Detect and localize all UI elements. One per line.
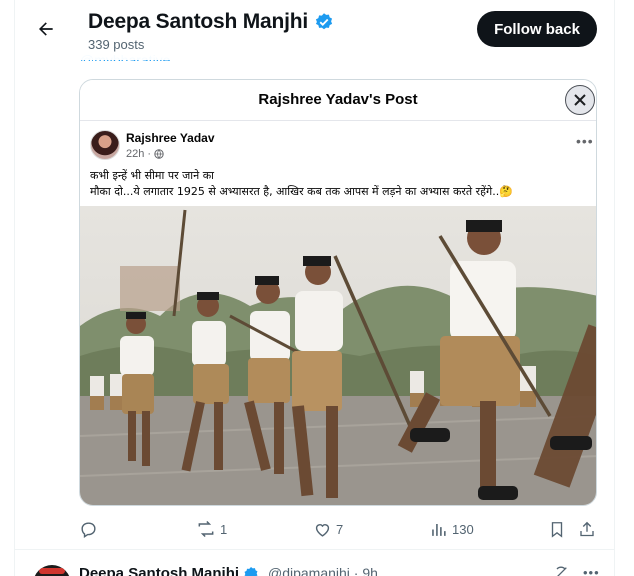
next-tweet-avatar[interactable]	[33, 565, 71, 576]
post-photo[interactable]	[80, 206, 596, 505]
tweet-action-bar: 1 7 130	[79, 515, 599, 545]
next-tweet-name: Deepa Santosh Manjhi	[79, 565, 240, 576]
post-meta: 22h ·	[126, 148, 164, 160]
globe-icon	[154, 149, 164, 159]
card-header: Rajshree Yadav's Post	[80, 80, 596, 121]
repost-count: 1	[220, 521, 228, 537]
next-tweet-icons: •••	[553, 565, 600, 576]
tweet-divider	[15, 549, 614, 550]
card-title: Rajshree Yadav's Post	[258, 91, 418, 108]
reply-button[interactable]	[79, 515, 102, 543]
share-button[interactable]	[578, 515, 596, 543]
drill-scene-illustration	[80, 206, 596, 505]
column-border-right	[614, 0, 615, 576]
like-button[interactable]: 7	[313, 515, 343, 543]
embedded-post-card[interactable]: Rajshree Yadav's Post Rajshree Yadav 22h…	[79, 79, 597, 506]
bookmark-icon	[551, 521, 563, 538]
follow-back-button[interactable]: Follow back	[477, 11, 597, 47]
bookmark-button[interactable]	[548, 515, 566, 543]
meta-dot: ·	[147, 148, 152, 160]
profile-name-row: Deepa Santosh Manjhi	[88, 10, 334, 34]
reply-icon	[81, 521, 96, 538]
like-count: 7	[336, 521, 344, 537]
next-tweet-handle[interactable]: @dipamanjhi · 9h	[268, 565, 378, 576]
next-tweet-author[interactable]: Deepa Santosh Manjhi	[79, 565, 259, 576]
back-button[interactable]	[29, 12, 63, 46]
share-icon	[580, 521, 594, 536]
post-text: कभी इन्हें भी सीमा पर जाने का मौका दो...…	[90, 168, 590, 200]
author-name[interactable]: Rajshree Yadav	[126, 131, 215, 145]
author-avatar[interactable]	[90, 130, 120, 160]
verified-badge-icon	[314, 12, 334, 32]
views-count: 130	[452, 521, 474, 537]
profile-name: Deepa Santosh Manjhi	[88, 10, 309, 33]
post-text-line-1: कभी इन्हें भी सीमा पर जाने का	[90, 169, 214, 182]
back-arrow-icon	[39, 22, 53, 36]
column-border-left	[14, 0, 15, 576]
more-icon[interactable]: •••	[576, 133, 594, 149]
post-text-line-2: मौका दो...ये लगातार 1925 से अभ्यासरत है,…	[90, 185, 513, 198]
like-icon	[315, 523, 330, 537]
verified-badge-icon	[244, 566, 258, 576]
grok-icon[interactable]	[553, 565, 569, 576]
more-icon[interactable]: •••	[583, 565, 600, 576]
repost-icon	[198, 520, 214, 538]
close-button[interactable]	[565, 85, 595, 115]
close-icon	[574, 94, 586, 106]
views-button[interactable]: 130	[429, 515, 474, 543]
profile-header: Deepa Santosh Manjhi 339 posts Follow ba…	[15, 0, 614, 60]
views-icon	[432, 523, 446, 536]
post-time: 22h	[126, 148, 145, 160]
repost-button[interactable]: 1	[196, 515, 227, 543]
post-count: 339 posts	[88, 37, 145, 52]
